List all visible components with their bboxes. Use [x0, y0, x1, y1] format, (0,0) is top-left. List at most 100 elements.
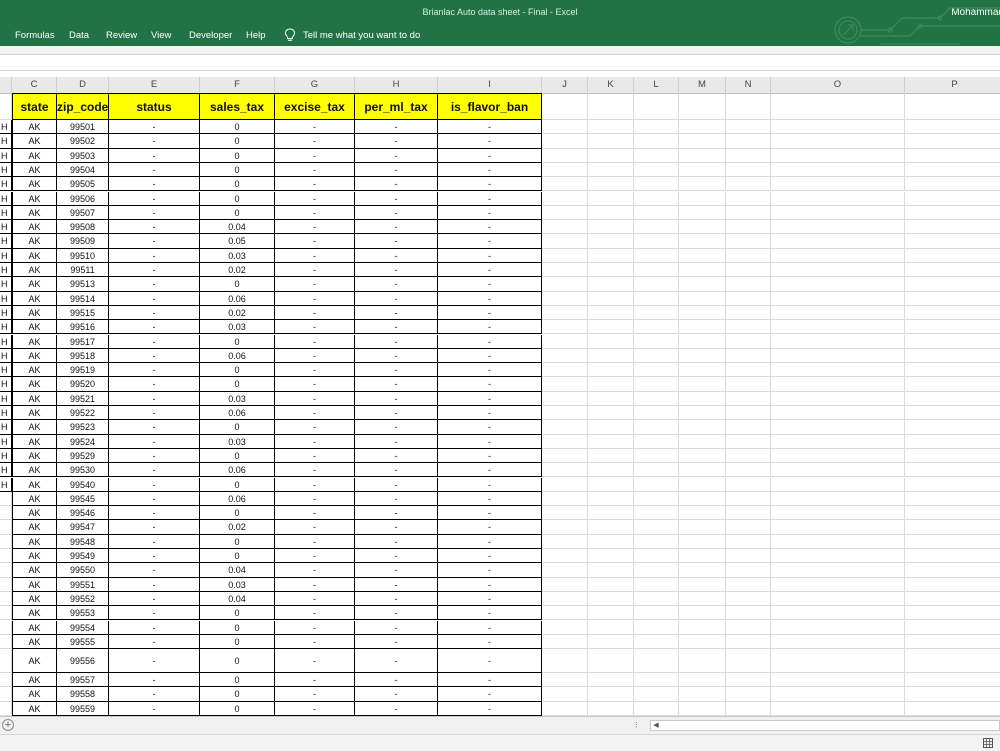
- empty-cell[interactable]: [588, 377, 634, 392]
- empty-cell[interactable]: [726, 177, 771, 192]
- cell-is-flavor-ban[interactable]: -: [438, 391, 542, 406]
- cell-sales-tax[interactable]: 0: [200, 477, 275, 492]
- cell-state[interactable]: AK: [12, 162, 57, 178]
- cell-state[interactable]: AK: [12, 563, 57, 578]
- cell-sales-tax[interactable]: 0: [200, 673, 275, 688]
- cell-status[interactable]: -: [109, 701, 200, 716]
- cell-sales-tax[interactable]: 0: [200, 549, 275, 564]
- empty-cell[interactable]: [588, 220, 634, 235]
- cell-zip-code[interactable]: 99501: [57, 120, 109, 135]
- empty-cell[interactable]: [679, 506, 726, 521]
- empty-cell[interactable]: [588, 391, 634, 406]
- empty-cell[interactable]: [905, 320, 1000, 335]
- empty-cell[interactable]: [542, 248, 588, 263]
- cell-per-ml-tax[interactable]: -: [355, 491, 438, 507]
- empty-cell[interactable]: [771, 93, 905, 120]
- cell-per-ml-tax[interactable]: -: [355, 434, 438, 449]
- empty-cell[interactable]: [679, 463, 726, 478]
- empty-cell[interactable]: [588, 520, 634, 535]
- cell-is-flavor-ban[interactable]: -: [438, 634, 542, 650]
- cell-status[interactable]: -: [109, 649, 200, 674]
- cell-b[interactable]: [0, 634, 12, 650]
- cell-sales-tax[interactable]: 0.06: [200, 348, 275, 364]
- cell-is-flavor-ban[interactable]: -: [438, 177, 542, 192]
- empty-cell[interactable]: [588, 420, 634, 435]
- empty-cell[interactable]: [726, 673, 771, 688]
- empty-cell[interactable]: [905, 435, 1000, 449]
- empty-cell[interactable]: [588, 506, 634, 521]
- cell-state[interactable]: AK: [12, 434, 57, 449]
- cell-zip-code[interactable]: 99516: [57, 320, 109, 335]
- cell-b[interactable]: [0, 491, 12, 507]
- cell-is-flavor-ban[interactable]: -: [438, 162, 542, 178]
- empty-cell[interactable]: [588, 205, 634, 221]
- empty-cell[interactable]: [905, 563, 1000, 578]
- cell-zip-code[interactable]: 99518: [57, 348, 109, 364]
- cell-sales-tax[interactable]: 0: [200, 687, 275, 702]
- empty-cell[interactable]: [679, 406, 726, 421]
- cell-per-ml-tax[interactable]: -: [355, 463, 438, 478]
- empty-cell[interactable]: [771, 491, 905, 507]
- empty-cell[interactable]: [905, 292, 1000, 306]
- empty-cell[interactable]: [679, 248, 726, 263]
- column-header-l[interactable]: L: [634, 77, 679, 93]
- cell-zip-code[interactable]: 99515: [57, 305, 109, 321]
- empty-cell[interactable]: [771, 506, 905, 521]
- empty-cell[interactable]: [905, 635, 1000, 650]
- cell-status[interactable]: -: [109, 248, 200, 263]
- empty-cell[interactable]: [679, 477, 726, 492]
- column-header-p[interactable]: P: [905, 77, 1000, 93]
- tell-me-search[interactable]: Tell me what you want to do: [303, 30, 420, 41]
- cell-zip-code[interactable]: 99521: [57, 391, 109, 406]
- cell-is-flavor-ban[interactable]: -: [438, 434, 542, 449]
- cell-state[interactable]: AK: [12, 220, 57, 235]
- empty-cell[interactable]: [542, 134, 588, 149]
- empty-cell[interactable]: [726, 334, 771, 349]
- empty-cell[interactable]: [679, 148, 726, 163]
- empty-cell[interactable]: [542, 93, 588, 120]
- empty-cell[interactable]: [634, 506, 679, 521]
- empty-cell[interactable]: [588, 448, 634, 464]
- empty-cell[interactable]: [542, 420, 588, 435]
- cell-status[interactable]: -: [109, 177, 200, 192]
- cell-zip-code[interactable]: 99556: [57, 649, 109, 674]
- cell-per-ml-tax[interactable]: -: [355, 177, 438, 192]
- empty-cell[interactable]: [679, 191, 726, 206]
- empty-cell[interactable]: [542, 148, 588, 163]
- cell-sales-tax[interactable]: 0.06: [200, 291, 275, 306]
- empty-cell[interactable]: [542, 263, 588, 278]
- cell-state[interactable]: AK: [12, 406, 57, 421]
- cell-is-flavor-ban[interactable]: -: [438, 234, 542, 249]
- column-header-d[interactable]: D: [57, 77, 109, 93]
- empty-cell[interactable]: [905, 592, 1000, 607]
- empty-cell[interactable]: [679, 491, 726, 507]
- cell-sales-tax[interactable]: 0.03: [200, 577, 275, 592]
- empty-cell[interactable]: [634, 248, 679, 263]
- empty-cell[interactable]: [679, 434, 726, 449]
- cell-sales-tax[interactable]: 0: [200, 620, 275, 635]
- empty-cell[interactable]: [726, 463, 771, 478]
- cell-excise-tax[interactable]: -: [275, 549, 355, 564]
- empty-cell[interactable]: [542, 162, 588, 178]
- cell-per-ml-tax[interactable]: -: [355, 377, 438, 392]
- cell-per-ml-tax[interactable]: -: [355, 520, 438, 535]
- cell-per-ml-tax[interactable]: -: [355, 291, 438, 306]
- cell-zip-code[interactable]: 99505: [57, 177, 109, 192]
- empty-cell[interactable]: [771, 148, 905, 163]
- empty-cell[interactable]: [542, 320, 588, 335]
- empty-cell[interactable]: [588, 534, 634, 549]
- cell-is-flavor-ban[interactable]: -: [438, 477, 542, 492]
- cell-status[interactable]: -: [109, 320, 200, 335]
- cell-excise-tax[interactable]: -: [275, 277, 355, 292]
- cell-per-ml-tax[interactable]: -: [355, 134, 438, 149]
- empty-cell[interactable]: [905, 406, 1000, 421]
- column-header-j[interactable]: J: [542, 77, 588, 93]
- empty-cell[interactable]: [679, 377, 726, 392]
- cell-zip-code[interactable]: 99510: [57, 248, 109, 263]
- cell-zip-code[interactable]: 99554: [57, 620, 109, 635]
- empty-cell[interactable]: [905, 449, 1000, 464]
- empty-cell[interactable]: [726, 448, 771, 464]
- cell-is-flavor-ban[interactable]: -: [438, 506, 542, 521]
- empty-cell[interactable]: [679, 649, 726, 674]
- empty-cell[interactable]: [588, 177, 634, 192]
